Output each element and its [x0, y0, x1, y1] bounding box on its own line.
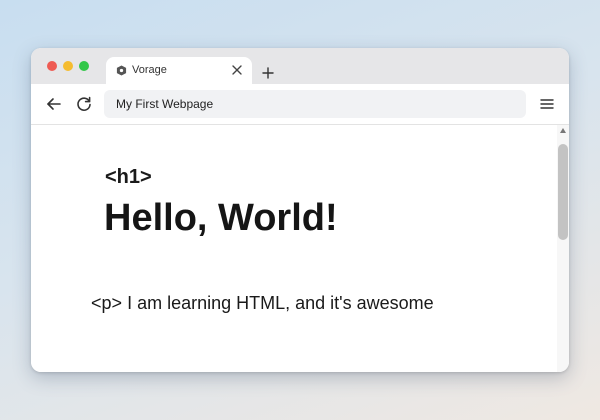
plus-icon[interactable] [260, 65, 276, 81]
h1-tag-label: <h1> [105, 166, 152, 188]
close-icon[interactable] [230, 63, 244, 77]
paragraph-text: I am learning HTML, and it's awesome [127, 293, 434, 313]
hamburger-menu-icon[interactable] [539, 96, 555, 112]
vertical-scrollbar[interactable] [557, 125, 569, 372]
paragraph-line: <p> I am learning HTML, and it's awesome [91, 293, 434, 314]
page-heading: Hello, World! [104, 197, 338, 239]
minimize-window-button[interactable] [63, 61, 73, 71]
toolbar: My First Webpage [31, 84, 569, 125]
reload-icon[interactable] [75, 95, 93, 113]
arrow-left-icon[interactable] [45, 95, 63, 113]
p-tag-label: <p> [91, 293, 123, 313]
tab-bar: Vorage [31, 48, 569, 84]
hexagon-icon [116, 65, 127, 76]
address-text: My First Webpage [116, 97, 214, 111]
browser-window: Vorage My First Webpage <h1> Hello, Worl… [31, 48, 569, 372]
tab-title: Vorage [132, 64, 167, 76]
maximize-window-button[interactable] [79, 61, 89, 71]
tab-active[interactable]: Vorage [106, 57, 252, 84]
scroll-up-arrow-icon[interactable] [560, 128, 566, 133]
page-content: <h1> Hello, World! <p> I am learning HTM… [31, 125, 557, 372]
address-bar[interactable]: My First Webpage [104, 90, 526, 118]
close-window-button[interactable] [47, 61, 57, 71]
scrollbar-thumb[interactable] [558, 144, 568, 240]
